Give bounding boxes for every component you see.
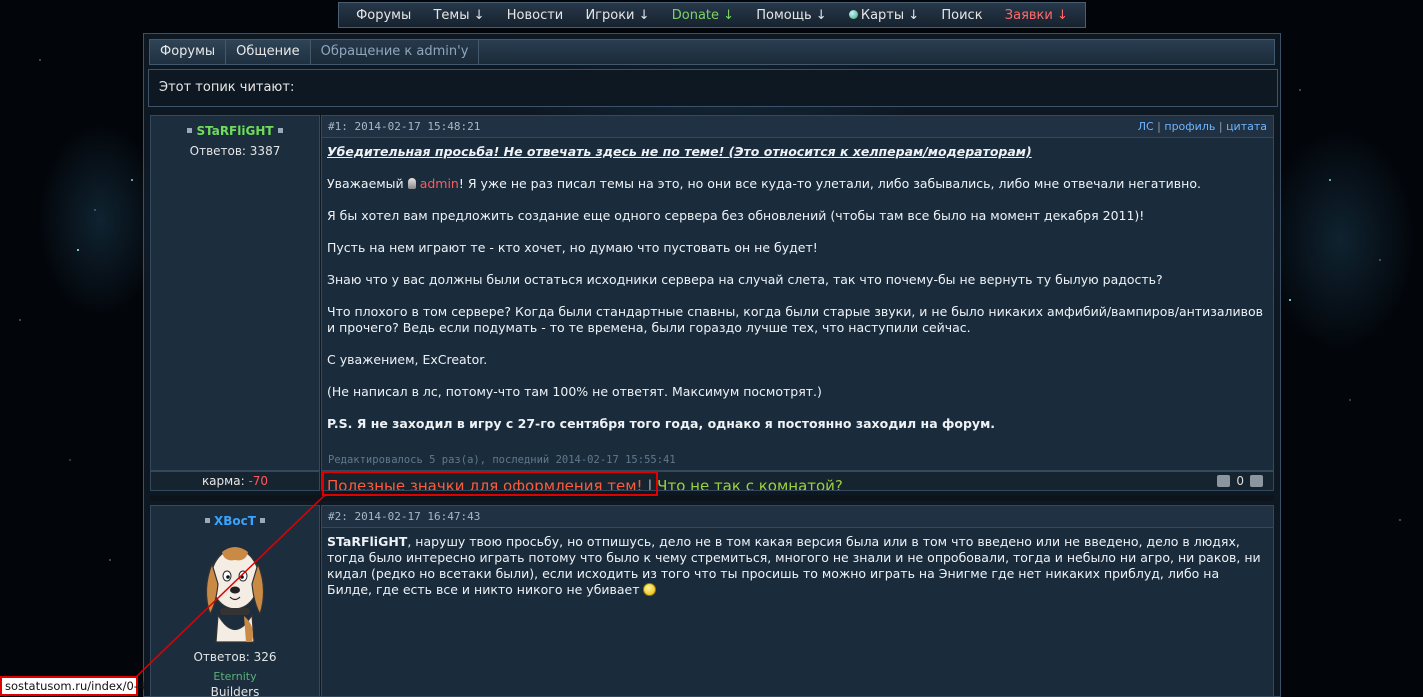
- status-bar-url: sostatusom.ru/index/0-4: [0, 676, 145, 696]
- pointer-line: [135, 493, 327, 678]
